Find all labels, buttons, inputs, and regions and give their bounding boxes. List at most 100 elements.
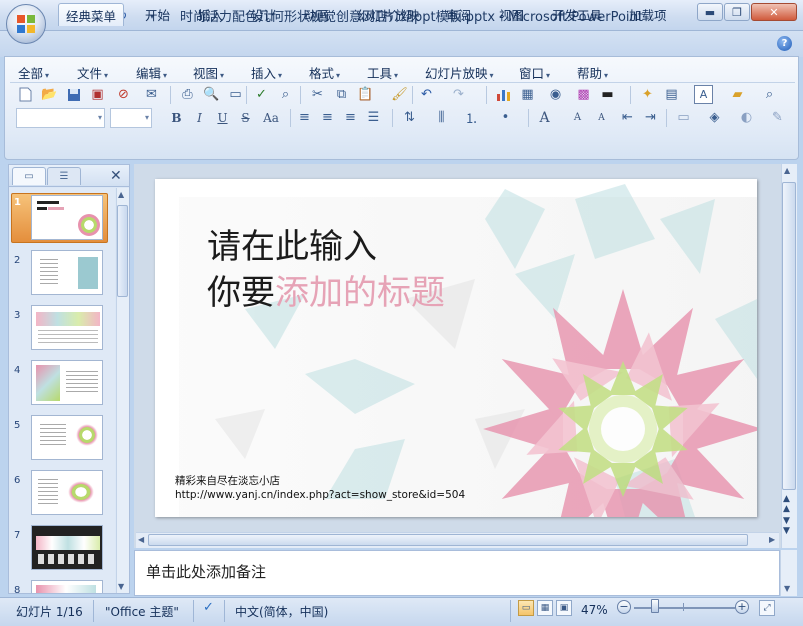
smartart-icon[interactable]: ◉ [546,85,565,104]
email-icon[interactable]: ✉ [142,85,161,104]
close-button[interactable]: ✕ [751,3,797,21]
copy-icon[interactable]: ⧉ [332,85,351,104]
scroll-right-icon[interactable]: ▶ [769,535,775,544]
maximize-button[interactable]: ❐ [724,3,750,21]
shape-effects-icon[interactable]: ◐ [737,108,756,127]
slide-thumbnail-7[interactable] [31,525,103,570]
fill-color-icon[interactable]: ▬ [598,85,617,104]
slide-credit-url[interactable]: http://www.yanj.cn/index.php?act=show_st… [175,489,465,501]
office-button[interactable] [6,4,46,44]
slide-thumbnail-5[interactable] [31,415,103,460]
slide-thumbnail-8[interactable] [31,580,103,593]
menu-tools[interactable]: 工具 ▾ [367,63,398,82]
next-slide-icon[interactable]: ▼ ▼ [783,516,790,536]
tab-animation[interactable]: 动画 [300,3,333,26]
slide-sorter-icon[interactable]: ▦ [537,600,553,616]
menu-slideshow[interactable]: 幻灯片放映 ▾ [425,63,494,82]
permission-icon[interactable]: ⊘ [114,85,133,104]
find-icon[interactable]: ⌕ [760,85,779,104]
slide-thumbnail-4[interactable] [31,360,103,405]
print-icon[interactable]: ⎙ [178,85,197,104]
normal-view-icon[interactable]: ▭ [518,600,534,616]
folder-icon[interactable]: ▰ [728,85,747,104]
minimize-button[interactable]: ▬ [697,3,723,21]
font-shrink-small-button[interactable]: A [592,108,611,127]
prev-slide-icon[interactable]: ▲ ▲ [783,494,790,514]
zoom-out-button[interactable]: − [617,600,631,614]
font-size-combo[interactable]: ▾ [110,108,152,128]
tab-view[interactable]: 视图 [495,3,528,26]
format-painter-icon[interactable]: 🖌 [390,85,409,104]
layout-icon[interactable]: ▤ [662,85,681,104]
table-icon[interactable]: ▦ [518,85,537,104]
zoom-slider-thumb[interactable] [651,599,659,613]
slide-canvas[interactable]: 请在此输入 你要添加的标题 精彩来自尽在淡忘小店 http://www.yanj… [155,179,757,517]
align-left-icon[interactable]: ≡ [295,108,314,127]
zoom-slider-track[interactable] [634,607,735,609]
tab-review[interactable]: 审阅 [442,3,475,26]
tab-classic-menu[interactable]: 经典菜单 [58,3,124,26]
help-icon[interactable]: ? [777,36,792,51]
language-indicator[interactable]: 中文(简体，中国) [235,603,328,620]
paste-icon[interactable]: 📋 [356,85,375,104]
justify-icon[interactable]: ☰ [364,108,383,127]
slide-credit-text[interactable]: 精彩来自尽在淡忘小店 [175,473,280,488]
pdf-icon[interactable]: ▣ [88,85,107,104]
menu-window[interactable]: 窗口 ▾ [519,63,550,82]
zoom-level[interactable]: 47% [581,603,608,617]
scroll-up-icon[interactable]: ▲ [118,190,124,199]
slide-title-line-1[interactable]: 请在此输入 [207,219,377,268]
menu-help[interactable]: 帮助 ▾ [577,63,608,82]
menu-view[interactable]: 视图 ▾ [193,63,224,82]
decrease-indent-icon[interactable]: ⇤ [618,108,637,127]
slide-title-line-2[interactable]: 你要添加的标题 [207,265,445,314]
tab-developer[interactable]: 开发工具 [548,3,606,26]
theme-name[interactable]: "Office 主题" [105,603,179,620]
columns-icon[interactable]: ⫼ [432,108,451,127]
numbering-icon[interactable]: ⒈ [462,108,481,127]
menu-file[interactable]: 文件 ▾ [77,63,108,82]
horizontal-scroll-thumb[interactable] [148,534,748,546]
notes-placeholder[interactable]: 单击此处添加备注 [146,561,266,582]
slide-thumbnail-2[interactable] [31,250,103,295]
spelling-icon[interactable]: ✓ [252,85,271,104]
scroll-down-icon[interactable]: ▼ [118,582,124,591]
font-name-combo[interactable]: ▾ [16,108,105,128]
tab-home[interactable]: 开始 [141,3,174,26]
new-icon[interactable] [16,85,35,104]
vertical-scroll-thumb[interactable] [782,182,796,490]
change-case-button[interactable]: Aa [259,108,283,127]
increase-indent-icon[interactable]: ⇥ [641,108,660,127]
notes-scroll-down-icon[interactable]: ▼ [784,584,790,593]
save-toolbar-icon[interactable] [64,85,83,104]
menu-edit[interactable]: 编辑 ▾ [136,63,167,82]
menu-all[interactable]: 全部 ▾ [18,63,49,82]
align-right-icon[interactable]: ≡ [341,108,360,127]
bullets-icon[interactable]: • [496,108,515,127]
tab-addins[interactable]: 加载项 [625,3,671,26]
slide-thumbnail-3[interactable] [31,305,103,350]
research-icon[interactable]: ⌕ [276,85,295,104]
fit-to-window-icon[interactable]: ⤢ [759,600,775,616]
print-preview-icon[interactable]: 🔍 [202,85,221,104]
slide-thumbnail-6[interactable] [31,470,103,515]
shape-outline-icon[interactable]: ✎ [768,108,787,127]
slide-view-icon[interactable]: ▭ [226,85,245,104]
cut-icon[interactable]: ✂ [308,85,327,104]
strikethrough-button[interactable]: S [236,108,255,127]
tab-insert[interactable]: 插入 [194,3,227,26]
chart-icon[interactable] [494,85,513,104]
grow-font-button[interactable]: A [535,108,554,127]
open-icon[interactable]: 📂 [40,85,59,104]
menu-format[interactable]: 格式 ▾ [309,63,340,82]
shapes-icon[interactable]: ◈ [705,108,724,127]
tab-outline[interactable]: ☰ [47,167,81,185]
undo-toolbar-icon[interactable]: ↶ [417,85,436,104]
tab-design[interactable]: 设计 [247,3,280,26]
menu-insert[interactable]: 插入 ▾ [251,63,282,82]
align-center-icon[interactable]: ≡ [318,108,337,127]
tab-slides[interactable]: ▭ [12,167,46,185]
bold-button[interactable]: B [167,108,186,127]
italic-button[interactable]: I [190,108,209,127]
scroll-left-icon[interactable]: ◀ [138,535,144,544]
